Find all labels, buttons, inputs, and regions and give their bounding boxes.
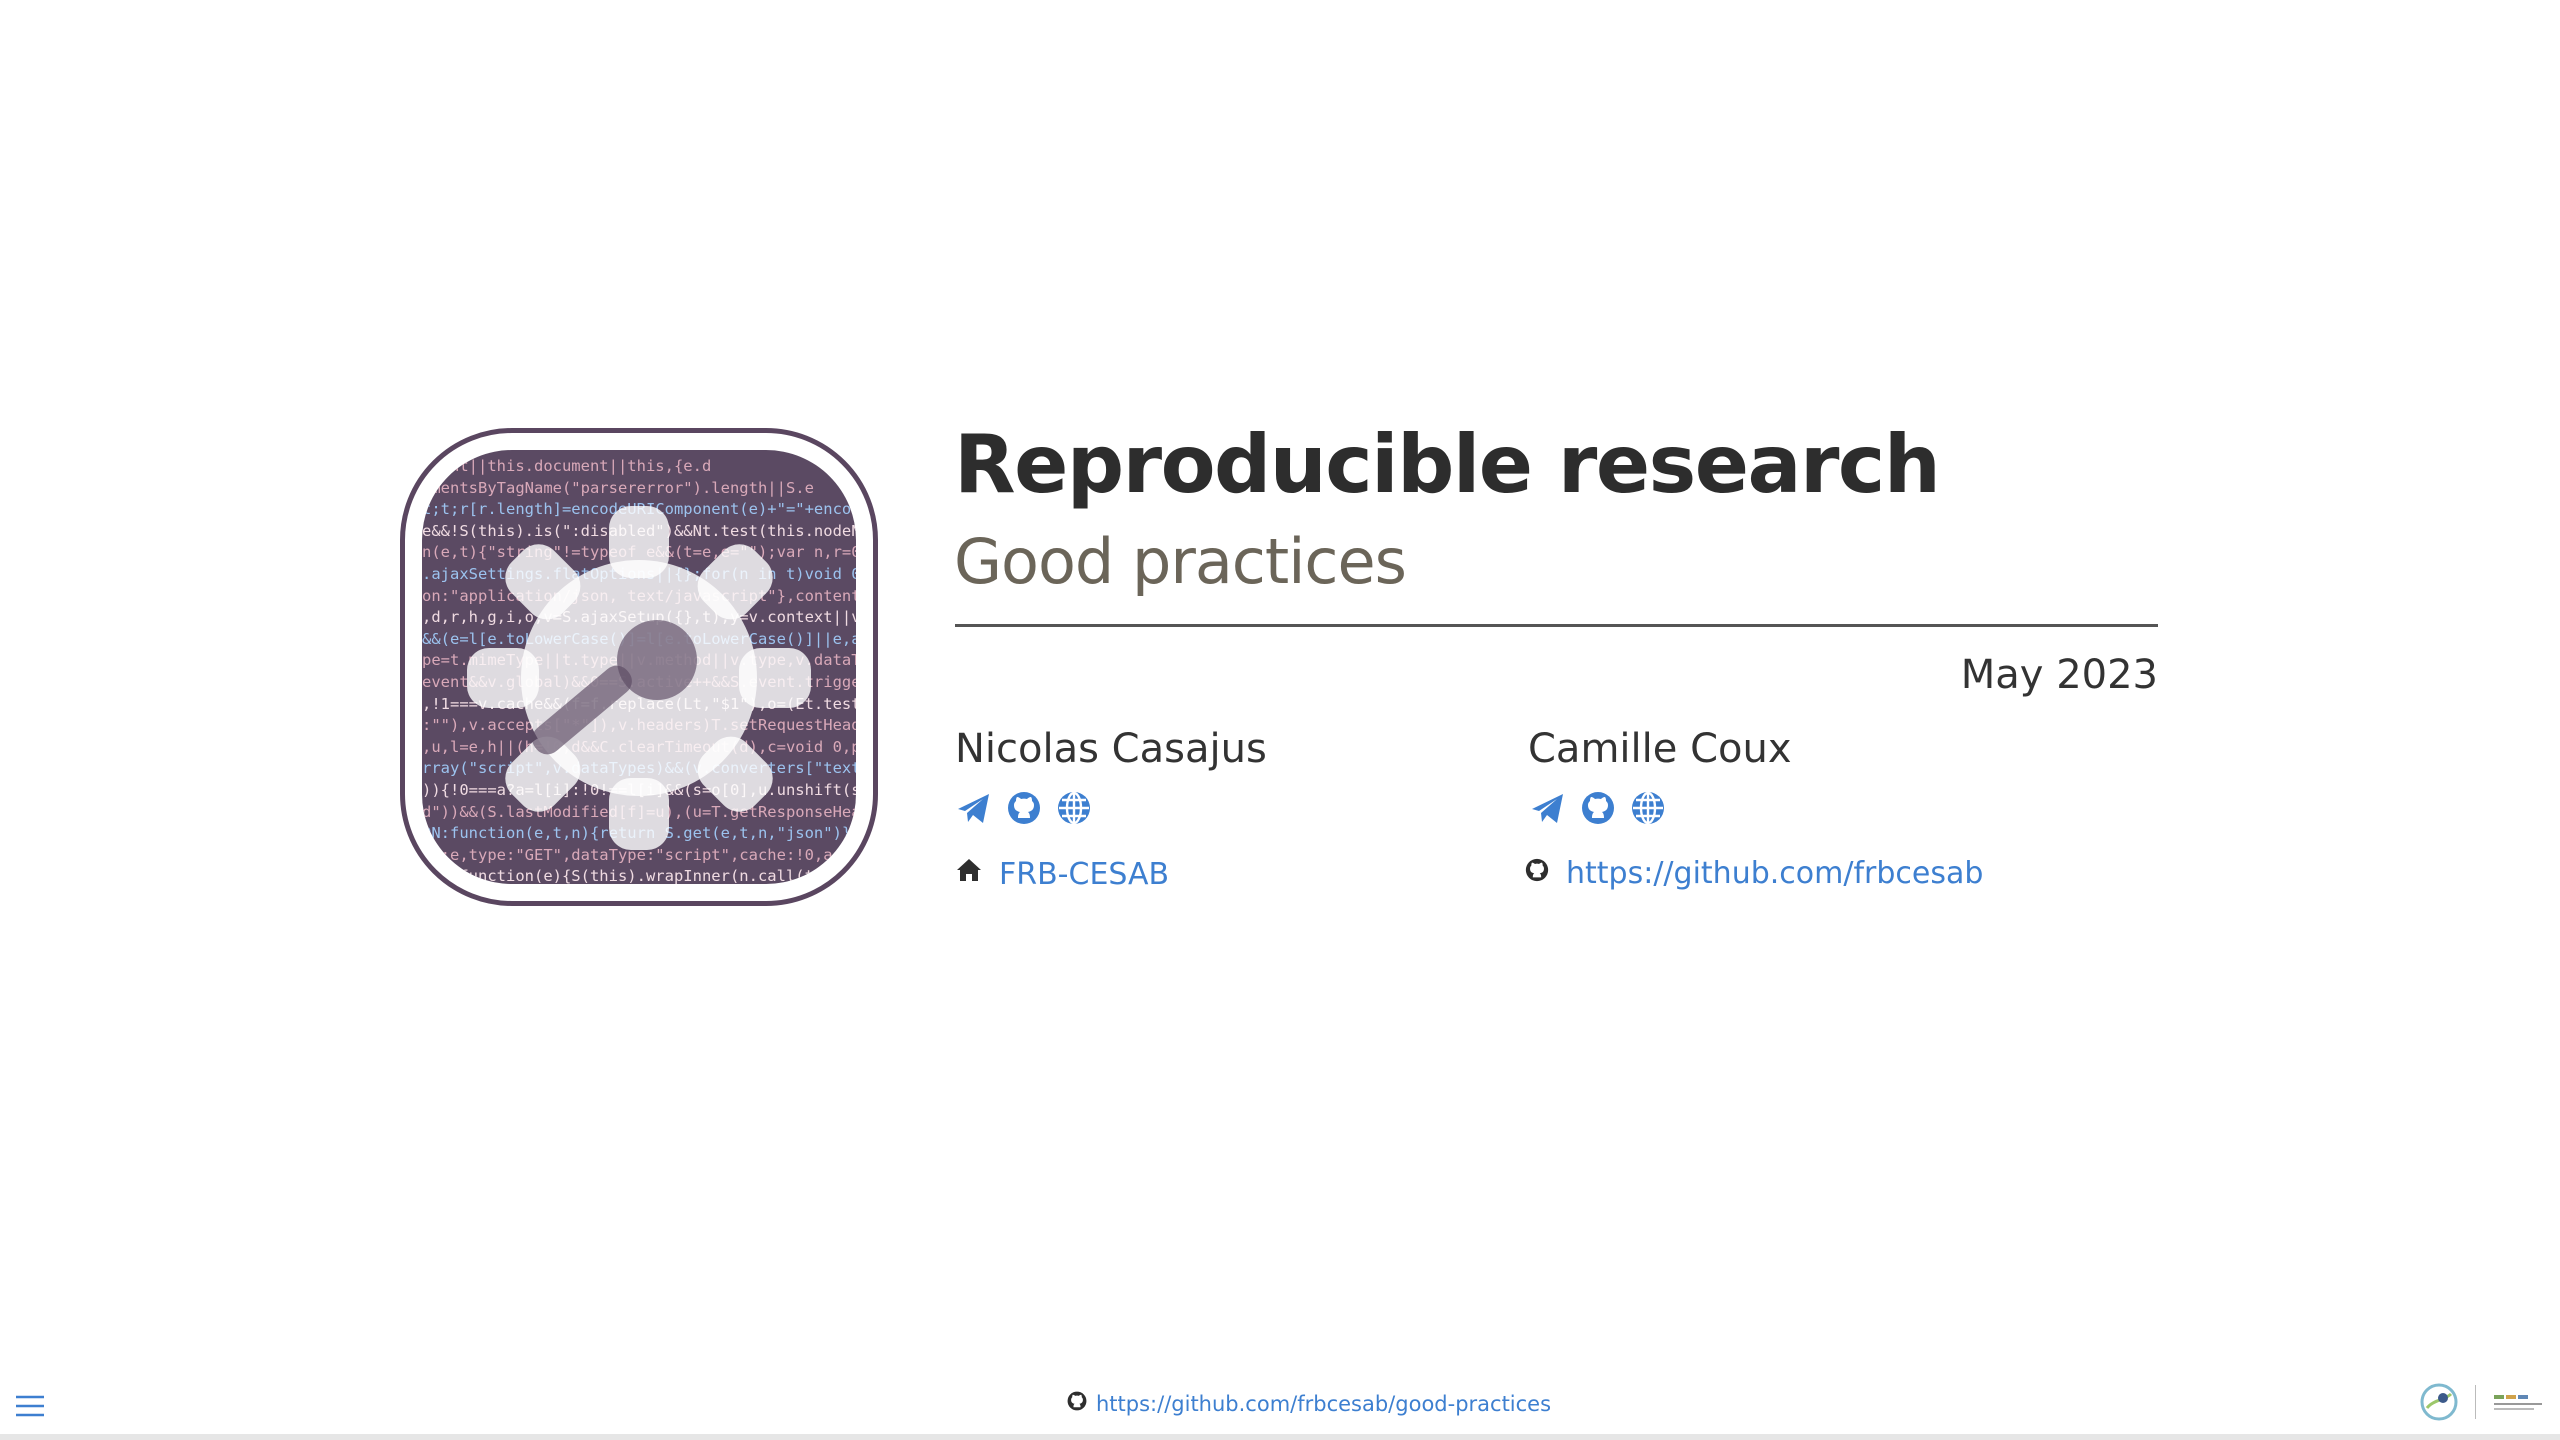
slide-subtitle: Good practices xyxy=(954,525,1407,598)
author-1-affiliation: FRB-CESAB xyxy=(955,856,1169,892)
globe-icon[interactable] xyxy=(1056,790,1092,826)
github-icon[interactable] xyxy=(1580,790,1616,826)
author-1-links xyxy=(956,790,1092,826)
author-2-links xyxy=(1530,790,1666,826)
author-name-1: Nicolas Casajus xyxy=(955,726,1267,772)
github-icon xyxy=(1066,1390,1088,1417)
home-icon xyxy=(955,856,983,892)
title-divider xyxy=(955,624,2158,627)
logo-background: ement||this.document||this,{e.d ementsByT… xyxy=(422,450,856,884)
gear-wrench-icon xyxy=(467,506,811,850)
globe-icon[interactable] xyxy=(1630,790,1666,826)
github-icon[interactable] xyxy=(1006,790,1042,826)
author-name-2: Camille Coux xyxy=(1528,726,1792,772)
cesab-logo xyxy=(2494,1395,2542,1410)
partner-logos xyxy=(2419,1382,2546,1422)
slide-title: Reproducible research xyxy=(954,418,1941,511)
github-icon xyxy=(1524,856,1550,891)
talk-logo: ement||this.document||this,{e.d ementsByT… xyxy=(400,428,878,906)
footer: https://github.com/frbcesab/good-practic… xyxy=(1066,1390,1551,1417)
slide-date: May 2023 xyxy=(1960,652,2158,698)
menu-icon[interactable] xyxy=(14,1394,46,1418)
logo-separator xyxy=(2475,1385,2476,1419)
paper-plane-icon[interactable] xyxy=(956,790,992,826)
frb-logo xyxy=(2420,1383,2458,1421)
author-2-affiliation: https://github.com/frbcesab xyxy=(1524,856,1983,891)
footer-repo-link[interactable]: https://github.com/frbcesab/good-practic… xyxy=(1096,1392,1551,1416)
affiliation-link-1[interactable]: FRB-CESAB xyxy=(999,857,1169,892)
paper-plane-icon[interactable] xyxy=(1530,790,1566,826)
progress-track xyxy=(0,1434,2560,1440)
affiliation-link-2[interactable]: https://github.com/frbcesab xyxy=(1566,856,1983,891)
